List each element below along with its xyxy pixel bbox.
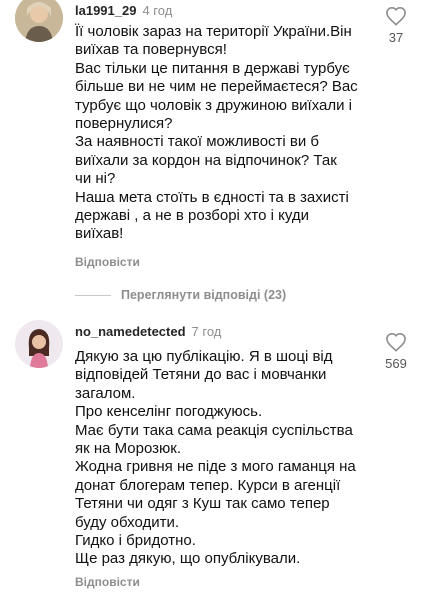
comment-line: повернулися? [75,115,173,133]
comment-line: виїхав та повернувся! [75,41,227,59]
comment-line: Жодна гривня не піде з мого гаманця на [75,458,356,476]
like-count: 569 [385,356,407,371]
comment-line: відповідей Тетяни до вас і мовчанки [75,366,327,384]
comment-line: чи ні? [75,170,116,188]
heart-outline-icon[interactable] [376,332,416,352]
comment-line: турбує що чоловік з дружиною виїхали і [75,96,353,114]
comment-line: Має бути така сама реакція суспільства [75,421,353,439]
comment-line: Дякую за цю публікацію. Я в шоці від [75,348,333,365]
avatar[interactable] [15,320,63,368]
heart-outline-icon[interactable] [376,6,416,26]
comment-text: Її чоловік зараз на території України.Ві… [75,23,358,244]
comment-line: буду обходити. [75,513,180,531]
comment-line: державі , а не в розборі хто і куди [75,207,309,225]
comment-line: виїхав! [75,225,124,243]
comment-line: загалом. [75,384,136,402]
comment-1: la1991_29 4 год Її чоловік зараз на терит… [0,0,430,280]
comment-line: Наша мета стоїть в єдності та в захисті [75,188,349,206]
comment-line: За наявності такої можливості ви б [75,133,320,151]
reply-button[interactable]: Відповісти [75,255,140,269]
comment-2: no_namedetected 7 год Дякую за цю публіка… [0,318,430,600]
divider [75,294,111,296]
comment-meta: no_namedetected 7 год [75,324,221,339]
comment-line: як на Морозюк. [75,440,182,458]
comment-line: Тетяни чи одяг з Куш так само тепер [75,495,330,513]
view-replies-label: Переглянути відповіді (23) [121,288,287,302]
comment-line: Її чоловік зараз на території України.Ві… [75,23,352,40]
username[interactable]: la1991_29 [75,3,136,18]
comment-line: Про кенселінг погоджуюсь. [75,403,263,421]
timestamp: 4 год [142,3,173,18]
timestamp: 7 год [191,324,222,339]
like-button[interactable]: 569 [376,332,416,371]
reply-button[interactable]: Відповісти [75,575,140,589]
avatar[interactable] [15,0,63,42]
username[interactable]: no_namedetected [75,324,186,339]
comment-text: Дякую за цю публікацію. Я в шоці від від… [75,348,356,569]
comment-line: Гидко і бридотно. [75,532,196,550]
comment-line: Вас тільки це питання в державі турбує [75,59,350,77]
like-count: 37 [388,30,404,45]
comment-line: виїхали за кордон на відпочинок? Так [75,151,337,169]
view-replies-button[interactable]: Переглянути відповіді (23) [75,287,286,303]
comment-line: більше ви не чим не переймаєтеся? Вас [75,78,358,96]
like-button[interactable]: 37 [376,6,416,45]
comment-meta: la1991_29 4 год [75,3,172,18]
comment-line: донат блогерам тепер. Курси в агенції [75,476,341,494]
comment-line: Ще раз дякую, що опублікували. [75,550,301,568]
